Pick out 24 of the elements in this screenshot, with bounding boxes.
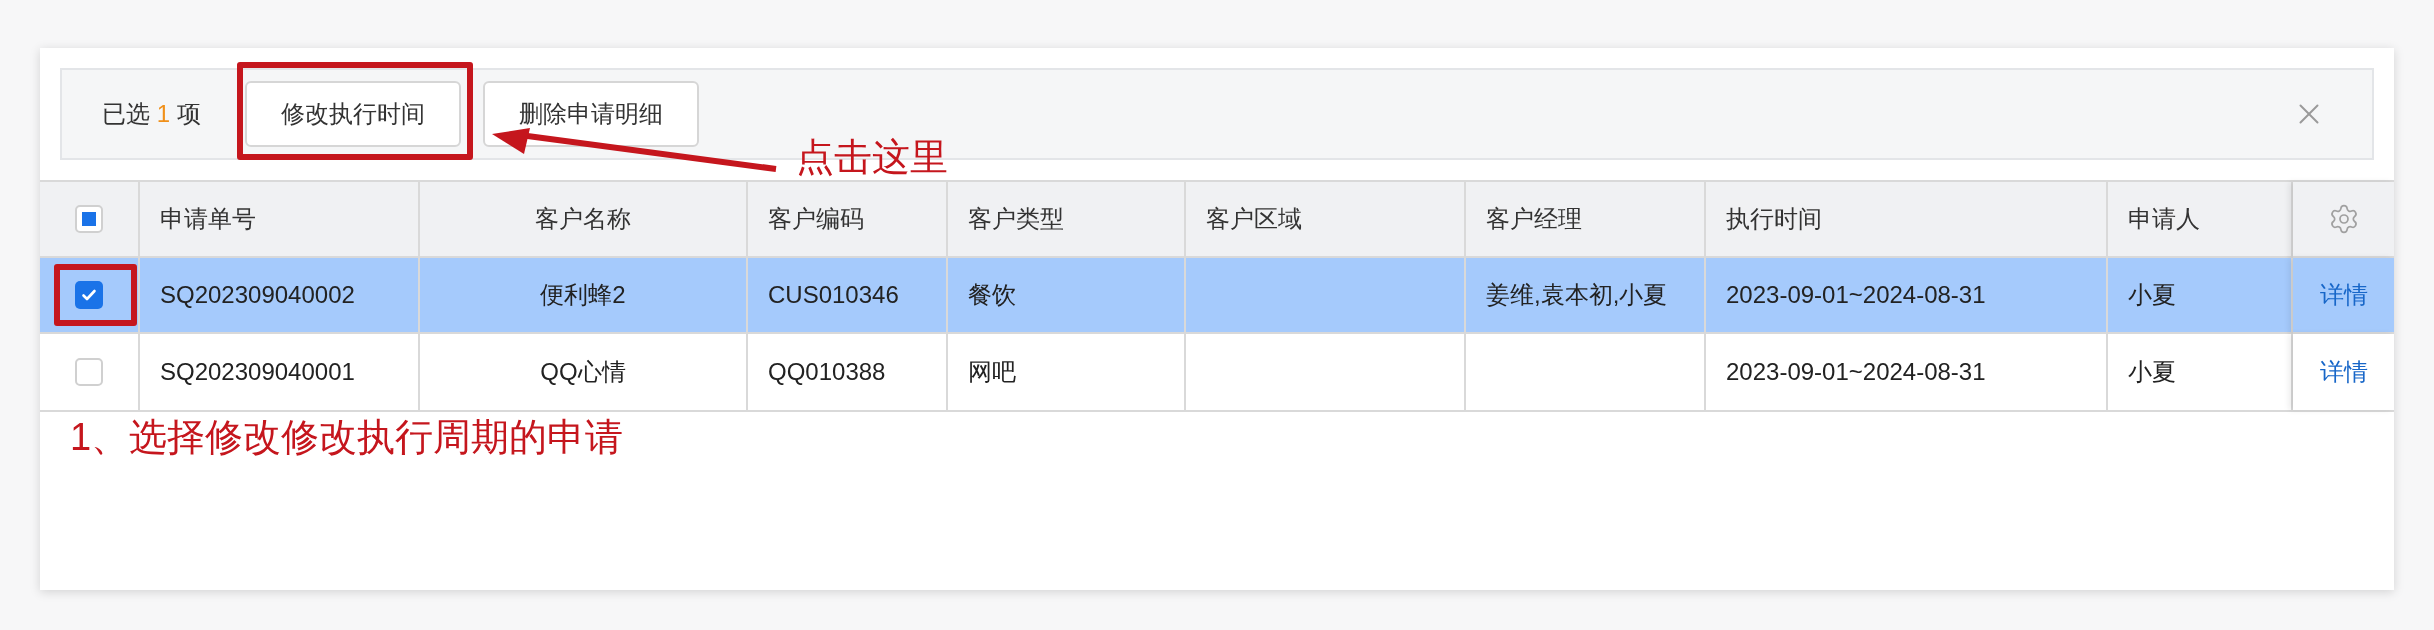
checkbox[interactable] xyxy=(75,281,103,309)
details-link[interactable]: 详情 xyxy=(2319,354,2368,390)
column-header: 执行时间 xyxy=(1706,182,2108,258)
column-header: 客户名称 xyxy=(420,182,748,258)
annotation-text: 1、选择修改修改执行周期的申请 xyxy=(70,418,624,456)
toolbar-button[interactable]: 删除申请明细 xyxy=(482,81,699,147)
column-header: 客户区域 xyxy=(1186,182,1466,258)
column-header: 申请人 xyxy=(2108,182,2293,258)
table-cell: 便利蜂2 xyxy=(420,258,748,334)
table-cell: CUS010346 xyxy=(748,258,948,334)
table-cell: 姜维,袁本初,小夏 xyxy=(1466,258,1706,334)
column-header: 申请单号 xyxy=(140,182,420,258)
checkbox[interactable] xyxy=(75,205,103,233)
annotation-text: 点击这里 xyxy=(796,138,948,176)
selection-count: 已选 1 项 xyxy=(102,99,201,129)
table-cell: 2023-09-01~2024-08-31 xyxy=(1706,258,2108,334)
column-header: 客户编码 xyxy=(748,182,948,258)
table-cell: 餐饮 xyxy=(948,258,1186,334)
checkbox[interactable] xyxy=(75,358,103,386)
column-header: 客户类型 xyxy=(948,182,1186,258)
column-header: 客户经理 xyxy=(1466,182,1706,258)
table-cell: SQ202309040002 xyxy=(140,258,420,334)
table-cell: 小夏 xyxy=(2108,258,2293,334)
toolbar-button[interactable]: 修改执行时间 xyxy=(244,81,461,147)
